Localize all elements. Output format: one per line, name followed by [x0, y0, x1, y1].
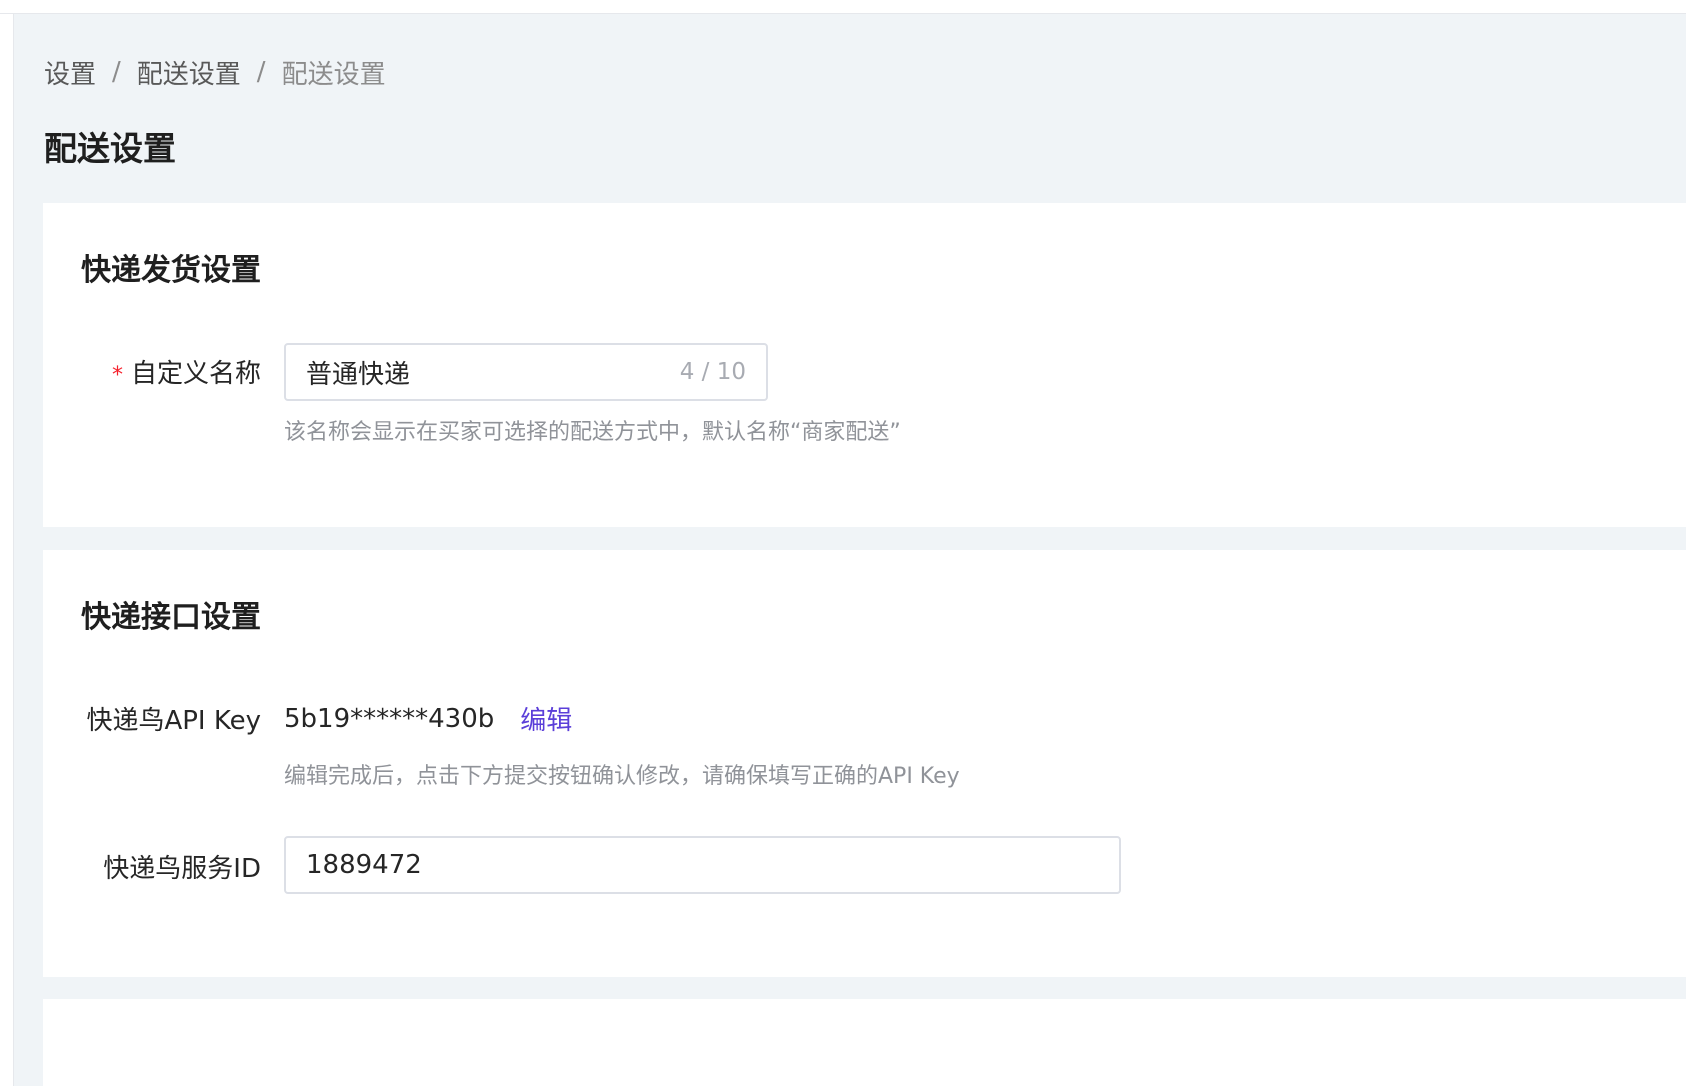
next-settings-card — [43, 999, 1686, 1086]
breadcrumb-separator: / — [256, 57, 266, 87]
express-delivery-card: 快递发货设置 * 自定义名称 普通快递 4 / 10 该名称会显示在买家可选择的配… — [43, 203, 1686, 527]
api-key-row: 5b19******430b 编辑 — [284, 700, 572, 737]
breadcrumb-item-delivery-settings[interactable]: 配送设置 — [137, 54, 241, 91]
breadcrumb-separator: / — [112, 57, 121, 87]
custom-name-value: 普通快递 — [306, 359, 411, 390]
required-mark: * — [111, 363, 123, 388]
service-id-input[interactable]: 1889472 — [284, 836, 1121, 894]
top-bar — [0, 0, 1686, 14]
express-api-title: 快递接口设置 — [81, 600, 261, 635]
breadcrumb-item-current: 配送设置 — [281, 59, 386, 90]
breadcrumb-item-settings[interactable]: 设置 — [44, 54, 96, 91]
custom-name-hint: 该名称会显示在买家可选择的配送方式中，默认名称“商家配送” — [284, 420, 901, 445]
page-title: 配送设置 — [44, 129, 176, 168]
left-sidebar-edge — [0, 14, 14, 1086]
api-key-value: 5b19******430b — [284, 703, 495, 734]
edit-api-key-link[interactable]: 编辑 — [520, 700, 572, 737]
service-id-value: 1889472 — [306, 850, 422, 880]
express-api-card: 快递接口设置 快递鸟API Key 5b19******430b 编辑 编辑完成… — [43, 550, 1686, 977]
custom-name-input[interactable]: 普通快递 4 / 10 — [284, 343, 768, 401]
breadcrumb: 设置 / 配送设置 / 配送设置 — [44, 54, 386, 90]
api-key-hint: 编辑完成后，点击下方提交按钮确认修改，请确保填写正确的API Key — [284, 764, 960, 789]
character-counter: 4 / 10 — [679, 359, 746, 385]
custom-name-label: * 自定义名称 — [111, 359, 261, 389]
service-id-label: 快递鸟服务ID — [103, 854, 261, 884]
express-delivery-title: 快递发货设置 — [81, 253, 261, 288]
api-key-label: 快递鸟API Key — [86, 706, 261, 736]
